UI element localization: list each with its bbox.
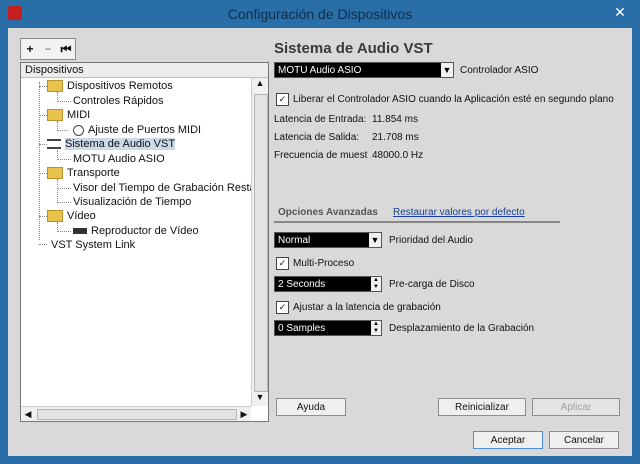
- advanced-options-title: Opciones Avanzadas: [278, 207, 378, 218]
- audio-priority-dropdown[interactable]: Normal ▼: [274, 232, 382, 248]
- device-tree: Dispositivos Remotos Controles Rápidos M…: [21, 78, 251, 400]
- vertical-scroll-thumb[interactable]: [254, 94, 268, 392]
- window-title: Configuración de Dispositivos: [227, 6, 413, 22]
- device-setup-window: Configuración de Dispositivos ✕ + − ⏮ Di…: [0, 0, 640, 464]
- tree-toolbar: + − ⏮: [20, 38, 76, 60]
- tree-horizontal-scrollbar[interactable]: ◀ ▶: [21, 406, 251, 421]
- tree-item-quick-controls[interactable]: Controles Rápidos: [73, 94, 164, 108]
- record-shift-spinbox[interactable]: 0 Samples ▲ ▼: [274, 320, 382, 336]
- chevron-down-icon: ▼: [441, 63, 453, 77]
- tree-vertical-scrollbar[interactable]: ▲ ▼: [251, 78, 268, 406]
- video-player-icon: [73, 228, 87, 235]
- tree-item-vst-audio-system[interactable]: Sistema de Audio VST: [47, 137, 176, 151]
- title-bar: Configuración de Dispositivos ✕: [0, 0, 640, 28]
- tree-item-transport[interactable]: Transporte: [47, 166, 120, 180]
- help-button[interactable]: Ayuda: [276, 398, 346, 416]
- window-frame-right: [632, 28, 640, 464]
- tree-header: Dispositivos: [21, 63, 268, 78]
- output-latency-label: Latencia de Salida:: [274, 132, 360, 143]
- tree-item-midi[interactable]: MIDI: [47, 108, 90, 122]
- cancel-button[interactable]: Cancelar: [549, 431, 619, 449]
- disk-preload-value: 2 Seconds: [278, 279, 326, 290]
- apply-button[interactable]: Aplicar: [532, 398, 620, 416]
- adjust-latency-label: Ajustar a la latencia de grabación: [293, 302, 441, 313]
- tree-item-midi-port-setup[interactable]: Ajuste de Puertos MIDI: [73, 123, 201, 137]
- audio-priority-label: Prioridad del Audio: [389, 235, 473, 246]
- disk-preload-spinbox[interactable]: 2 Seconds ▲ ▼: [274, 276, 382, 292]
- close-button[interactable]: ✕: [606, 2, 634, 22]
- reset-button[interactable]: Reinicializar: [438, 398, 526, 416]
- remove-device-button[interactable]: −: [39, 39, 57, 59]
- folder-icon: [47, 109, 63, 122]
- advanced-divider: [274, 221, 560, 223]
- tree-item-time-display[interactable]: Visualización de Tiempo: [73, 195, 191, 209]
- spin-arrows-icon[interactable]: ▲ ▼: [371, 321, 381, 335]
- scroll-up-icon[interactable]: ▲: [252, 78, 268, 92]
- audio-priority-value: Normal: [278, 235, 311, 246]
- add-device-button[interactable]: +: [21, 39, 39, 59]
- folder-icon: [47, 167, 63, 180]
- window-frame-left: [0, 28, 8, 464]
- output-latency-value: 21.708 ms: [372, 132, 419, 143]
- chevron-down-icon: ▼: [369, 233, 381, 247]
- release-driver-label: Liberar el Controlador ASIO cuando la Ap…: [293, 94, 614, 105]
- input-latency-label: Latencia de Entrada:: [274, 114, 367, 125]
- tree-item-record-time-max[interactable]: Visor del Tiempo de Grabación Restante: [73, 181, 251, 195]
- release-driver-checkbox[interactable]: ✓: [276, 93, 289, 106]
- dialog-content: + − ⏮ Dispositivos Dispositivos Remotos …: [8, 28, 632, 456]
- adjust-latency-checkbox[interactable]: ✓: [276, 301, 289, 314]
- sample-rate-value: 48000.0 Hz: [372, 150, 424, 161]
- asio-driver-value: MOTU Audio ASIO: [278, 65, 362, 76]
- scroll-left-icon[interactable]: ◀: [21, 407, 35, 421]
- folder-icon: [47, 80, 63, 93]
- tree-item-video[interactable]: Vídeo: [47, 209, 96, 223]
- window-frame-bottom: [0, 456, 640, 464]
- tree-item-remote-devices[interactable]: Dispositivos Remotos: [47, 79, 173, 93]
- asio-driver-label: Controlador ASIO: [460, 65, 539, 76]
- tree-item-motu-audio-asio[interactable]: MOTU Audio ASIO: [73, 152, 165, 166]
- scroll-right-icon[interactable]: ▶: [237, 407, 251, 421]
- tree-item-vst-system-link[interactable]: VST System Link: [51, 238, 135, 252]
- scroll-down-icon[interactable]: ▼: [252, 392, 268, 406]
- tree-item-video-player[interactable]: Reproductor de Vídeo: [73, 224, 199, 238]
- record-shift-label: Desplazamiento de la Grabación: [389, 323, 535, 334]
- disk-preload-label: Pre-carga de Disco: [389, 279, 475, 290]
- multiprocess-checkbox[interactable]: ✓: [276, 257, 289, 270]
- restore-defaults-link[interactable]: Restaurar valores por defecto: [393, 207, 525, 218]
- horizontal-scroll-thumb[interactable]: [37, 409, 237, 420]
- panel-title: Sistema de Audio VST: [274, 40, 433, 57]
- record-shift-value: 0 Samples: [278, 323, 326, 334]
- reset-device-button[interactable]: ⏮: [57, 39, 75, 59]
- midi-port-icon: [73, 124, 84, 136]
- device-tree-panel: Dispositivos Dispositivos Remotos Contro…: [20, 62, 269, 422]
- input-latency-value: 11.854 ms: [372, 114, 418, 125]
- accept-button[interactable]: Aceptar: [473, 431, 543, 449]
- multiprocess-label: Multi-Proceso: [293, 258, 355, 269]
- audio-connection-icon: [47, 139, 61, 150]
- spin-arrows-icon[interactable]: ▲ ▼: [371, 277, 381, 291]
- folder-icon: [47, 210, 63, 223]
- asio-driver-dropdown[interactable]: MOTU Audio ASIO ▼: [274, 62, 454, 78]
- sample-rate-label: Frecuencia de muest: [274, 150, 368, 161]
